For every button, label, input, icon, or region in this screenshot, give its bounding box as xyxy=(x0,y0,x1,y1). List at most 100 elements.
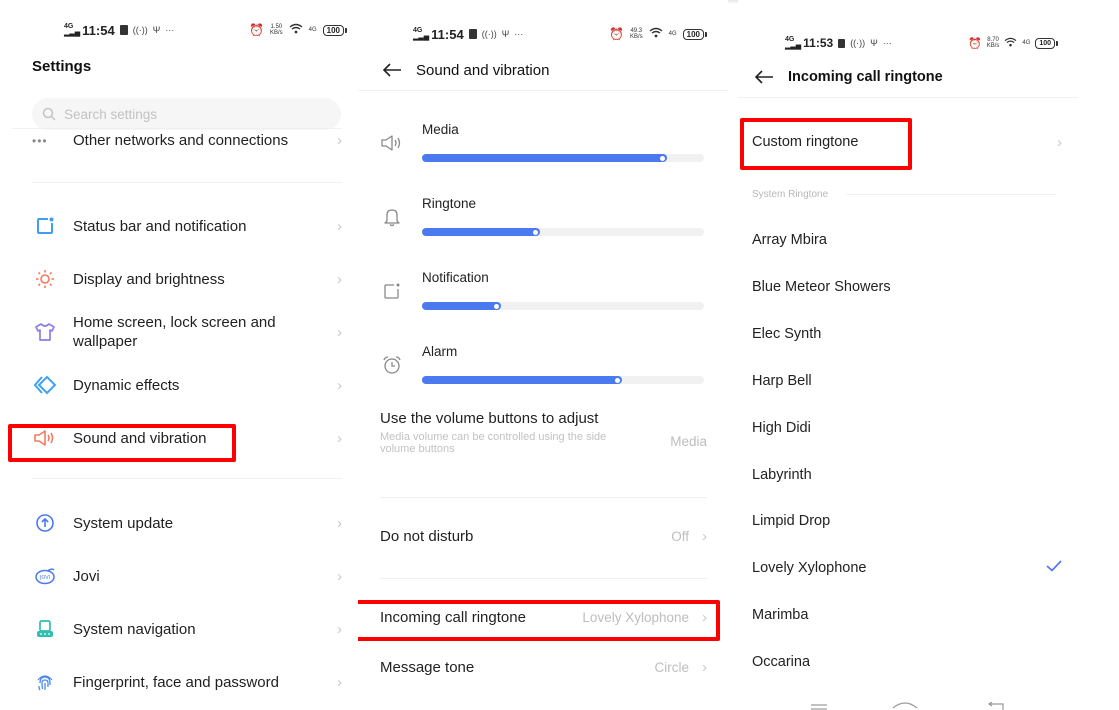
slider-knob[interactable] xyxy=(660,155,665,161)
status-bar: 4G ▂▃▅ 11:54 ((·)) Ψ ··· ⏰ 1.50 KB/s 4G 10… xyxy=(64,20,348,40)
brightness-icon xyxy=(32,268,58,290)
volume-buttons-setting[interactable]: Use the volume buttons to adjust Media v… xyxy=(380,409,707,455)
settings-screen: 4G ▂▃▅ 11:54 ((·)) Ψ ··· ⏰ 1.50 KB/s 4G 10… xyxy=(0,0,358,710)
slider-knob[interactable] xyxy=(533,229,538,235)
ringtone-label: Occarina xyxy=(752,654,811,670)
ringtone-item[interactable]: Array Mbira xyxy=(752,228,1062,252)
vibrate-icon: ((·)) xyxy=(481,29,497,39)
ringtone-label: Harp Bell xyxy=(752,373,812,389)
ringtone-item[interactable]: Occarina xyxy=(752,650,1062,674)
checkmark-icon xyxy=(1046,560,1062,576)
settings-item-display[interactable]: Display and brightness › xyxy=(32,268,342,290)
usb-icon: Ψ xyxy=(152,25,161,35)
sound-vibration-screen: 4G ▂▃▅ 11:54 ((·)) Ψ ··· ⏰ 49.3 KB/s 4G 10… xyxy=(358,0,728,710)
volume-slider-alarm[interactable] xyxy=(422,376,704,384)
home-icon[interactable] xyxy=(892,701,918,709)
chevron-right-icon: › xyxy=(337,270,342,288)
page-title: Incoming call ringtone xyxy=(788,69,943,85)
ringtone-item[interactable]: Harp Bell xyxy=(752,369,1062,393)
chevron-right-icon: › xyxy=(337,620,342,638)
usb-icon: Ψ xyxy=(501,29,510,39)
settings-item-label: System update xyxy=(73,514,174,532)
slider-knob[interactable] xyxy=(615,377,620,383)
settings-item-system-update[interactable]: System update › xyxy=(32,512,342,534)
settings-item-home-screen[interactable]: Home screen, lock screen and wallpaper › xyxy=(32,313,342,351)
alarm-clock-icon xyxy=(380,354,404,376)
volume-slider-media[interactable] xyxy=(422,154,704,162)
menu-icon[interactable] xyxy=(811,704,827,710)
slider-fill xyxy=(422,302,501,310)
page-title: Sound and vibration xyxy=(416,61,550,79)
settings-item-label: Status bar and notification xyxy=(73,217,247,235)
search-bar[interactable] xyxy=(32,98,341,130)
status-time: 11:54 xyxy=(431,26,464,42)
slider-knob[interactable] xyxy=(494,303,499,309)
settings-item-sound-vibration[interactable]: Sound and vibration › xyxy=(32,427,342,449)
settings-item-label: Sound and vibration xyxy=(73,429,207,447)
battery-saver-icon xyxy=(468,29,477,39)
wifi-icon xyxy=(289,23,303,37)
custom-ringtone-row[interactable]: Custom ringtone › xyxy=(752,130,1062,154)
header-divider xyxy=(358,90,728,91)
volume-slider-ringtone[interactable] xyxy=(422,228,704,236)
system-update-icon xyxy=(32,512,58,534)
back-icon[interactable] xyxy=(986,702,1004,710)
setting-label: Incoming call ringtone xyxy=(380,609,526,626)
ringtone-item[interactable]: Blue Meteor Showers xyxy=(752,275,1062,299)
settings-item-jovi[interactable]: JOVI Jovi › xyxy=(32,565,342,587)
ringtone-label: Marimba xyxy=(752,607,809,623)
section-divider xyxy=(380,497,707,498)
setting-label: Message tone xyxy=(380,659,475,676)
slider-fill xyxy=(422,228,540,236)
ringtone-item-selected[interactable]: Lovely Xylophone xyxy=(752,556,1062,580)
battery-saver-icon xyxy=(119,25,128,35)
volume-slider-notification[interactable] xyxy=(422,302,704,310)
usb-icon: Ψ xyxy=(870,38,878,48)
volume-label: Media xyxy=(422,122,459,137)
signal-icon: 4G ▂▃▅ xyxy=(785,36,802,50)
back-button[interactable] xyxy=(382,60,404,80)
chevron-right-icon: › xyxy=(337,429,342,447)
wifi-icon xyxy=(1004,36,1017,50)
battery-icon: 100 xyxy=(322,24,348,36)
setting-incoming-call-ringtone[interactable]: Incoming call ringtone Lovely Xylophone … xyxy=(380,609,707,626)
setting-value: Lovely Xylophone xyxy=(582,610,689,625)
network-speed: 8.70 KB/s xyxy=(986,37,1000,49)
status-right: ⏰ 8.70 KB/s 4G 100 xyxy=(968,36,1058,50)
arrow-left-icon xyxy=(382,63,401,77)
volume-label: Notification xyxy=(422,270,489,285)
ringtone-item[interactable]: Labyrinth xyxy=(752,463,1062,487)
setting-message-tone[interactable]: Message tone Circle › xyxy=(380,659,707,676)
mobile-data-icon: 4G xyxy=(1022,40,1031,46)
speaker-icon xyxy=(380,132,404,154)
ringtone-item[interactable]: Limpid Drop xyxy=(752,509,1062,533)
settings-item-fingerprint[interactable]: Fingerprint, face and password › xyxy=(32,671,342,693)
ringtone-item[interactable]: Elec Synth xyxy=(752,322,1062,346)
network-speed: 49.3 KB/s xyxy=(629,28,643,40)
settings-item-dynamic-effects[interactable]: Dynamic effects › xyxy=(32,374,342,396)
status-right: ⏰ 49.3 KB/s 4G 100 xyxy=(609,27,708,41)
slider-fill xyxy=(422,376,622,384)
fingerprint-icon xyxy=(32,671,58,693)
ringtone-label: High Didi xyxy=(752,420,811,436)
ringtone-label: Elec Synth xyxy=(752,326,822,342)
section-divider xyxy=(32,182,342,183)
chevron-right-icon: › xyxy=(337,567,342,585)
ringtone-item[interactable]: Marimba xyxy=(752,603,1062,627)
chevron-right-icon: › xyxy=(337,323,342,341)
more-dots-icon: ••• xyxy=(32,133,48,148)
settings-item-system-navigation[interactable]: System navigation › xyxy=(32,618,342,640)
mobile-data-icon: 4G xyxy=(668,31,677,37)
chevron-right-icon: › xyxy=(702,609,707,626)
wifi-icon xyxy=(649,27,663,41)
setting-do-not-disturb[interactable]: Do not disturb Off › xyxy=(380,528,707,545)
back-button[interactable] xyxy=(754,67,776,87)
setting-value: Off xyxy=(671,529,689,544)
dynamic-effects-icon xyxy=(32,374,58,396)
ringtone-item[interactable]: High Didi xyxy=(752,416,1062,440)
search-input[interactable] xyxy=(64,106,324,122)
settings-item-other-networks[interactable]: ••• Other networks and connections › xyxy=(32,128,342,148)
settings-item-status-bar[interactable]: Status bar and notification › xyxy=(32,215,342,237)
alarm-icon: ⏰ xyxy=(609,27,624,41)
svg-text:JOVI: JOVI xyxy=(39,575,50,581)
